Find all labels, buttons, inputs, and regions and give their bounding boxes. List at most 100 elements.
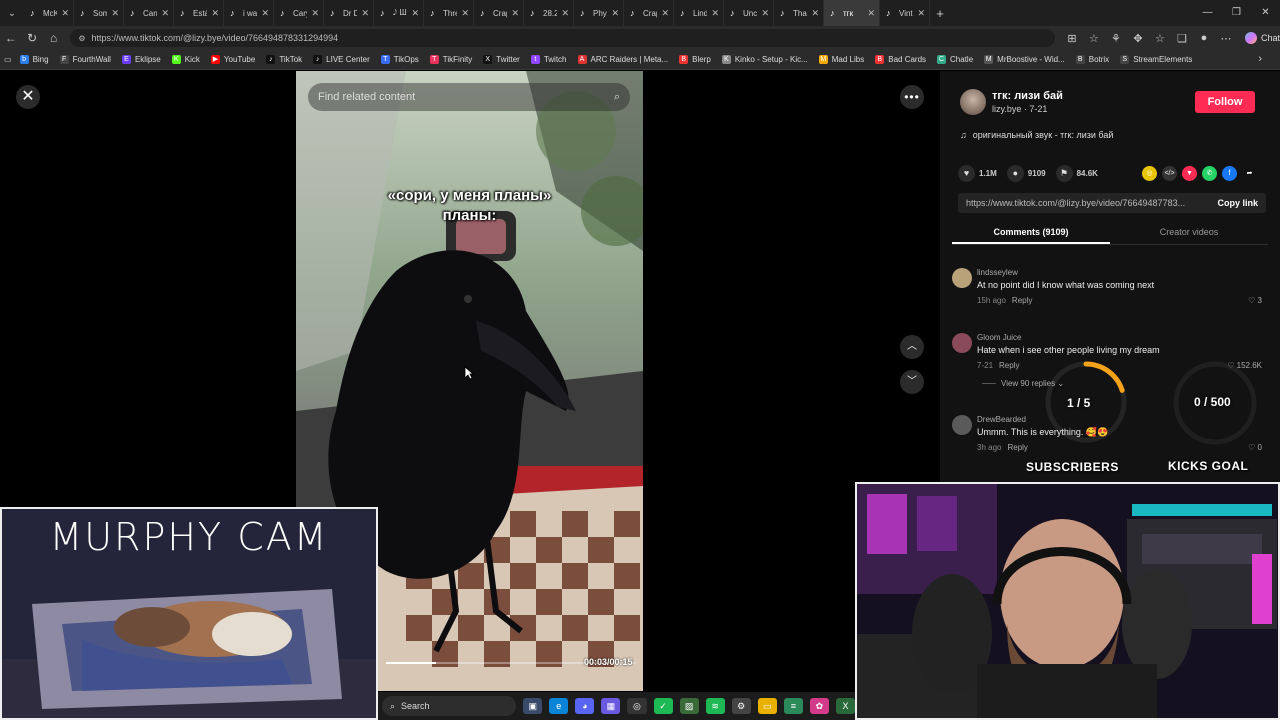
edge-browser-icon[interactable]: e bbox=[549, 698, 569, 714]
menu-dots-icon[interactable]: ⋯ bbox=[1215, 32, 1237, 45]
app-grid-icon[interactable]: ▦ bbox=[601, 698, 621, 714]
close-tab-icon[interactable]: ✕ bbox=[661, 8, 669, 19]
close-tab-icon[interactable]: ✕ bbox=[611, 8, 619, 19]
browser-tab[interactable]: ♪ Caryville ✕ bbox=[274, 0, 324, 26]
tab-creator-videos[interactable]: Creator videos bbox=[1110, 221, 1268, 244]
home-icon[interactable]: ⌂ bbox=[43, 31, 64, 45]
photos-icon[interactable]: ✿ bbox=[809, 698, 829, 714]
share-arrow-icon[interactable]: ➦ bbox=[1242, 166, 1257, 181]
close-tab-icon[interactable]: ✕ bbox=[761, 8, 769, 19]
bookmark-item[interactable]: T TikFinity bbox=[429, 55, 472, 64]
facebook-icon[interactable]: f bbox=[1222, 166, 1237, 181]
share-link-url[interactable]: https://www.tiktok.com/@lizy.bye/video/7… bbox=[966, 198, 1207, 208]
comment-avatar[interactable] bbox=[952, 415, 972, 435]
follow-button[interactable]: Follow bbox=[1195, 91, 1255, 113]
close-tab-icon[interactable]: ✕ bbox=[211, 8, 219, 19]
bookmark-item[interactable]: B Blerp bbox=[679, 55, 711, 64]
browser-tab[interactable]: ♪ Crapoe ✕ bbox=[474, 0, 524, 26]
bookmark-item[interactable]: ▶ YouTube bbox=[210, 55, 255, 64]
close-tab-icon[interactable]: ✕ bbox=[311, 8, 319, 19]
bookmark-item[interactable]: ♪ TikTok bbox=[266, 55, 302, 64]
bookmark-item[interactable]: K Kick bbox=[171, 55, 200, 64]
copy-link-button[interactable]: Copy link bbox=[1217, 198, 1258, 208]
extension-puzzle-icon[interactable]: ✥ bbox=[1127, 32, 1149, 45]
embed-icon[interactable]: ◎ bbox=[1142, 166, 1157, 181]
comment-username[interactable]: DrewBearded bbox=[977, 415, 1026, 424]
bookmark-item[interactable]: E Eklipse bbox=[121, 55, 161, 64]
reload-icon[interactable]: ↻ bbox=[21, 31, 42, 45]
favorite-star-icon[interactable]: ☆ bbox=[1083, 32, 1105, 45]
sidebar-toggle-icon[interactable]: ▭ bbox=[4, 55, 12, 64]
next-video-icon[interactable]: ﹀ bbox=[900, 370, 924, 394]
related-content-search[interactable]: Find related content ⌕ bbox=[308, 83, 630, 111]
bookmark-item[interactable]: b Bing bbox=[19, 55, 49, 64]
obs-icon[interactable]: ◎ bbox=[627, 698, 647, 714]
site-info-icon[interactable]: ⚙ bbox=[78, 34, 85, 43]
comment-avatar[interactable] bbox=[952, 268, 972, 288]
collections-icon[interactable]: ❏ bbox=[1171, 32, 1193, 45]
app-install-icon[interactable]: ⊞ bbox=[1061, 32, 1083, 45]
close-tab-icon[interactable]: ✕ bbox=[61, 8, 69, 19]
browser-tab[interactable]: ♪ Lindsay ✕ bbox=[674, 0, 724, 26]
tab-comments[interactable]: Comments (9109) bbox=[952, 221, 1110, 244]
more-options-icon[interactable]: ••• bbox=[900, 85, 924, 109]
browser-tab[interactable]: ♪ McKinl✕ bbox=[24, 0, 74, 26]
browser-tab[interactable]: ♪ That es✕ bbox=[774, 0, 824, 26]
save-stat[interactable]: ⚑ 84.6K bbox=[1055, 165, 1098, 182]
tab-list-menu-icon[interactable]: ⌄ bbox=[0, 0, 24, 26]
browser-tab[interactable]: ♪ i wanna✕ bbox=[224, 0, 274, 26]
browser-tab[interactable]: ♪ Physica ✕ bbox=[574, 0, 624, 26]
author-name[interactable]: тгк: лизи бай bbox=[992, 90, 1063, 102]
send-icon[interactable]: ▼ bbox=[1182, 166, 1197, 181]
close-tab-icon[interactable]: ✕ bbox=[511, 8, 519, 19]
close-window-icon[interactable]: ✕ bbox=[1251, 0, 1280, 26]
browser-tab[interactable]: ♪ Está do✕ bbox=[174, 0, 224, 26]
close-tab-icon[interactable]: ✕ bbox=[261, 8, 269, 19]
bookmark-item[interactable]: S StreamElements bbox=[1120, 55, 1192, 64]
comment-icon[interactable]: ● bbox=[1006, 165, 1024, 182]
close-video-icon[interactable]: ✕ bbox=[16, 85, 40, 109]
close-tab-icon[interactable]: ✕ bbox=[161, 8, 169, 19]
spotify-icon[interactable]: ≋ bbox=[705, 698, 725, 714]
bookmark-item[interactable]: C Chatle bbox=[937, 55, 973, 64]
browser-tab[interactable]: ♪ 𝅘𝅥𝅮 Ша ✕ bbox=[374, 0, 424, 26]
bookmark-item[interactable]: F FourthWall bbox=[59, 55, 111, 64]
image-viewer-icon[interactable]: ▨ bbox=[679, 698, 699, 714]
close-tab-icon[interactable]: ✕ bbox=[111, 8, 119, 19]
comment-avatar[interactable] bbox=[952, 333, 972, 353]
reply-button[interactable]: Reply bbox=[1007, 443, 1027, 452]
streamlabs-icon[interactable]: ✓ bbox=[653, 698, 673, 714]
bookmark-item[interactable]: X Twitter bbox=[483, 55, 520, 64]
sound-link[interactable]: ♫ оригинальный звук - тгк: лизи бай bbox=[960, 130, 1113, 140]
author-block[interactable]: тгк: лизи бай lizy.bye · 7-21 bbox=[960, 89, 1063, 115]
browser-tab[interactable]: ♪ 28.2 Mi✕ bbox=[524, 0, 574, 26]
new-tab-icon[interactable]: + bbox=[930, 6, 950, 21]
bookmark-item[interactable]: T TikOps bbox=[380, 55, 419, 64]
bookmark-icon[interactable]: ⚑ bbox=[1055, 165, 1073, 182]
comment-stat[interactable]: ● 9109 bbox=[1006, 165, 1046, 182]
whatsapp-icon[interactable]: ✆ bbox=[1202, 166, 1217, 181]
code-icon[interactable]: </> bbox=[1162, 166, 1177, 181]
close-tab-icon[interactable]: ✕ bbox=[461, 8, 469, 19]
close-tab-icon[interactable]: ✕ bbox=[867, 8, 875, 19]
bookmark-item[interactable]: B Bad Cards bbox=[875, 55, 926, 64]
browser-tab[interactable]: ♪ тгк ✕ bbox=[824, 0, 880, 26]
browser-tab[interactable]: ♪ Uncle Ir✕ bbox=[724, 0, 774, 26]
copilot-chat-button[interactable]: Chat bbox=[1244, 32, 1280, 44]
bookmark-item[interactable]: M MrBoostive - Wid... bbox=[984, 55, 1065, 64]
bookmark-item[interactable]: K Kinko - Setup - Kic... bbox=[721, 55, 808, 64]
comment-like[interactable]: ♡ 3 bbox=[1248, 296, 1262, 305]
settings-icon[interactable]: ⚙ bbox=[731, 698, 751, 714]
browser-tab[interactable]: ♪ Crapoe ✕ bbox=[624, 0, 674, 26]
profile-avatar-icon[interactable]: ● bbox=[1193, 32, 1215, 44]
reply-button[interactable]: Reply bbox=[1012, 296, 1032, 305]
comment-username[interactable]: lindsseylew bbox=[977, 268, 1018, 277]
file-explorer-icon[interactable]: ▭ bbox=[757, 698, 777, 714]
browser-tab[interactable]: ♪ Dr Disre ✕ bbox=[324, 0, 374, 26]
browser-tab[interactable]: ♪ Carry th ✕ bbox=[124, 0, 174, 26]
browser-tab[interactable]: ♪ Vintage ✕ bbox=[880, 0, 930, 26]
close-tab-icon[interactable]: ✕ bbox=[711, 8, 719, 19]
bookmark-item[interactable]: M Mad Libs bbox=[818, 55, 864, 64]
browser-tab[interactable]: ♪ Three H ✕ bbox=[424, 0, 474, 26]
extensions-icon[interactable]: ⚘ bbox=[1105, 32, 1127, 45]
